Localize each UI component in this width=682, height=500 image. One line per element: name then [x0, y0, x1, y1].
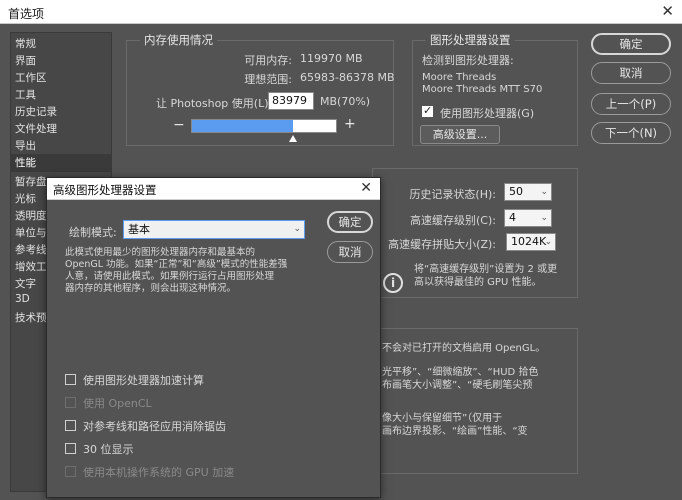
memory-slider-fill: [192, 120, 293, 132]
close-icon[interactable]: ✕: [360, 180, 372, 196]
native-os-gpu-checkbox: [65, 466, 76, 477]
cache-levels-value: 4: [509, 211, 516, 224]
ideal-range-value: 65983-86378 MB: [300, 71, 395, 84]
increase-memory-button[interactable]: +: [344, 116, 356, 132]
native-os-gpu-label: 使用本机操作系统的 GPU 加速: [83, 466, 235, 479]
sidebar-item-performance[interactable]: 性能: [11, 154, 111, 172]
modal-titlebar: 高级图形处理器设置 ✕: [47, 178, 380, 200]
advanced-gpu-settings-dialog: 高级图形处理器设置 ✕ 绘制模式: 基本 ⌄ 此模式使用最少的图形处理器内存和最基…: [46, 177, 381, 498]
decrease-memory-button[interactable]: −: [173, 117, 185, 133]
gpu-compute-label: 使用图形处理器加速计算: [83, 374, 204, 387]
sidebar-item-units[interactable]: 单位与: [15, 225, 47, 240]
tile-size-label: 高速缓存拼贴大小(Z):: [388, 238, 496, 251]
sidebar-item-history[interactable]: 历史记录: [15, 104, 57, 119]
memory-unit-label: MB(70%): [320, 95, 371, 108]
modal-ok-button[interactable]: 确定: [327, 211, 373, 233]
available-memory-value: 119970 MB: [300, 52, 363, 65]
sidebar-item-interface[interactable]: 界面: [15, 53, 36, 68]
opencl-label: 使用 OpenCL: [83, 397, 152, 410]
gpu-model: Moore Threads MTT S70: [422, 84, 543, 95]
draw-mode-label: 绘制模式:: [69, 226, 117, 239]
ideal-range-label: 理想范围:: [244, 73, 292, 86]
tile-size-select[interactable]: 1024K ⌄: [506, 233, 556, 251]
use-gpu-label: 使用图形处理器(G): [440, 107, 535, 120]
memory-slider-thumb[interactable]: [289, 135, 297, 142]
let-photoshop-use-label: 让 Photoshop 使用(L):: [156, 97, 273, 110]
description-line3: 布画笔大小调整”、“硬毛刷笔尖预: [382, 380, 533, 391]
antialias-guides-label: 对参考线和路径应用消除锯齿: [83, 420, 226, 433]
chevron-down-icon: ⌄: [540, 213, 548, 223]
ok-button[interactable]: 确定: [591, 33, 671, 55]
description-line1: 不会对已打开的文档启用 OpenGL。: [382, 343, 546, 354]
sidebar-item-cursors[interactable]: 光标: [15, 191, 36, 206]
use-gpu-checkbox[interactable]: [422, 104, 433, 117]
thirty-bit-display-label: 30 位显示: [83, 443, 134, 456]
modal-cancel-button[interactable]: 取消: [327, 241, 373, 263]
opencl-checkbox: [65, 397, 76, 408]
info-icon: i: [383, 273, 403, 293]
draw-mode-value: 基本: [128, 223, 150, 236]
sidebar-item-guides[interactable]: 参考线: [15, 242, 47, 257]
gpu-compute-checkbox[interactable]: [65, 374, 76, 385]
sidebar-item-transparency[interactable]: 透明度: [15, 208, 47, 223]
description-line5: 画布边界投影、“绘画”性能、“变: [382, 426, 528, 437]
memory-slider-track[interactable]: [191, 119, 337, 133]
chevron-down-icon: ⌄: [544, 237, 552, 247]
gpu-vendor: Moore Threads: [422, 72, 497, 83]
mode-description-line4: 器内存的其他程序，则会出现这种情况。: [65, 283, 237, 294]
sidebar-item-general[interactable]: 常规: [15, 36, 36, 51]
history-states-label: 历史记录状态(H):: [409, 188, 496, 201]
history-states-value: 50: [509, 185, 523, 198]
cache-info-line2: 高以获得最佳的 GPU 性能。: [414, 277, 542, 288]
sidebar-item-export[interactable]: 导出: [15, 138, 36, 153]
modal-title: 高级图形处理器设置: [53, 183, 157, 197]
cache-levels-select[interactable]: 4 ⌄: [504, 209, 552, 227]
gpu-settings-title: 图形处理器设置: [426, 32, 515, 48]
cancel-button[interactable]: 取消: [591, 62, 671, 84]
previous-button[interactable]: 上一个(P): [591, 93, 671, 115]
sidebar-item-tools[interactable]: 工具: [15, 87, 36, 102]
preferences-dialog: 常规 界面 工作区 工具 历史记录 文件处理 导出 性能 暂存盘 光标 透明度 …: [0, 24, 682, 500]
sidebar-item-workspace[interactable]: 工作区: [15, 70, 47, 85]
antialias-guides-checkbox[interactable]: [65, 420, 76, 431]
history-states-select[interactable]: 50 ⌄: [504, 183, 552, 201]
sidebar-item-file-handling[interactable]: 文件处理: [15, 121, 57, 136]
advanced-settings-button[interactable]: 高级设置...: [420, 125, 500, 144]
window-title: 首选项: [8, 7, 45, 21]
tile-size-value: 1024K: [511, 235, 547, 248]
close-icon[interactable]: ✕: [661, 2, 674, 20]
gpu-detected-label: 检测到图形处理器:: [422, 54, 514, 67]
chevron-down-icon: ⌄: [540, 187, 548, 197]
sidebar-item-plugins[interactable]: 增效工: [15, 259, 47, 274]
memory-usage-title: 内存使用情况: [140, 32, 217, 48]
chevron-down-icon: ⌄: [293, 224, 301, 234]
available-memory-label: 可用内存:: [244, 54, 292, 67]
sidebar-item-3d[interactable]: 3D: [15, 293, 30, 305]
thirty-bit-display-checkbox[interactable]: [65, 443, 76, 454]
memory-amount-input[interactable]: 83979: [268, 92, 314, 110]
sidebar-item-type[interactable]: 文字: [15, 276, 36, 291]
window-titlebar: 首选项 ✕: [0, 0, 682, 24]
sidebar-item-tech-previews[interactable]: 技术预: [15, 310, 47, 325]
sidebar-item-scratch-disks[interactable]: 暂存盘: [15, 174, 47, 189]
cache-levels-label: 高速缓存级别(C):: [410, 214, 496, 227]
draw-mode-select[interactable]: 基本 ⌄: [123, 220, 305, 239]
next-button[interactable]: 下一个(N): [591, 122, 671, 144]
